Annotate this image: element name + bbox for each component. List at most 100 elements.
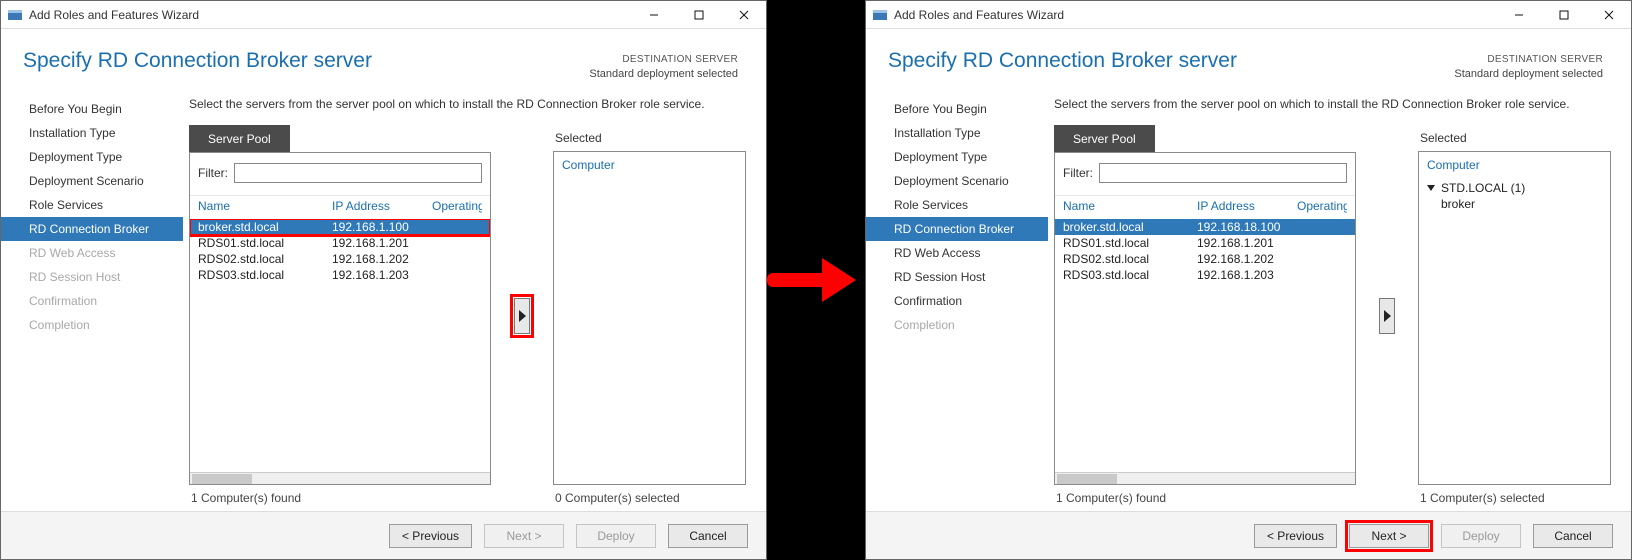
instruction-text: Select the servers from the server pool …: [1054, 97, 1611, 111]
chevron-right-icon: [519, 310, 526, 322]
destination-value: Standard deployment selected: [1454, 67, 1603, 82]
maximize-button[interactable]: [1541, 1, 1586, 28]
wizard-window-left: Add Roles and Features Wizard Specify RD…: [0, 0, 767, 560]
nav-rd-session-host[interactable]: RD Session Host: [866, 265, 1048, 289]
pool-row-broker[interactable]: broker.std.local 192.168.1.100: [190, 219, 490, 235]
pool-header[interactable]: Name IP Address Operating: [190, 195, 490, 219]
nav-confirmation: Confirmation: [1, 289, 183, 313]
col-name[interactable]: Name: [198, 199, 332, 213]
pool-cell-name: RDS01.std.local: [1063, 236, 1197, 250]
filter-input[interactable]: [1099, 163, 1347, 183]
selected-item-broker[interactable]: broker: [1427, 196, 1602, 212]
destination-header: DESTINATION SERVER: [589, 53, 738, 67]
pool-count: 1 Computer(s) found: [1054, 485, 1356, 507]
col-os[interactable]: Operating: [432, 199, 482, 213]
selected-body[interactable]: [554, 178, 745, 484]
selected-count: 1 Computer(s) selected: [1418, 485, 1611, 507]
selected-header: Computer: [554, 152, 745, 178]
nav-deployment-scenario[interactable]: Deployment Scenario: [866, 169, 1048, 193]
pool-row-rds01[interactable]: RDS01.std.local 192.168.1.201: [190, 235, 490, 251]
destination-value: Standard deployment selected: [589, 67, 738, 82]
nav-installation-type[interactable]: Installation Type: [1, 121, 183, 145]
pool-row-rds03[interactable]: RDS03.std.local 192.168.1.203: [190, 267, 490, 283]
pool-row-rds01[interactable]: RDS01.std.local 192.168.1.201: [1055, 235, 1355, 251]
previous-button[interactable]: < Previous: [389, 524, 472, 548]
nav-before-you-begin[interactable]: Before You Begin: [866, 97, 1048, 121]
pool-count: 1 Computer(s) found: [189, 485, 491, 507]
pool-cell-ip: 192.168.1.203: [1197, 268, 1297, 282]
selected-group-label: STD.LOCAL (1): [1441, 181, 1525, 195]
add-server-button[interactable]: [1379, 298, 1395, 334]
pool-header[interactable]: Name IP Address Operating: [1055, 195, 1355, 219]
close-button[interactable]: [721, 1, 766, 28]
destination-block: DESTINATION SERVER Standard deployment s…: [1454, 49, 1603, 81]
next-button[interactable]: Next >: [1349, 524, 1429, 548]
transition-arrow: [767, 0, 865, 560]
pool-cell-name: RDS02.std.local: [1063, 252, 1197, 266]
selected-count: 0 Computer(s) selected: [553, 485, 746, 507]
nav-completion: Completion: [866, 313, 1048, 337]
nav-confirmation[interactable]: Confirmation: [866, 289, 1048, 313]
nav-role-services[interactable]: Role Services: [866, 193, 1048, 217]
nav-before-you-begin[interactable]: Before You Begin: [1, 97, 183, 121]
tab-server-pool[interactable]: Server Pool: [189, 125, 290, 152]
nav-deployment-scenario[interactable]: Deployment Scenario: [1, 169, 183, 193]
pool-row-broker[interactable]: broker.std.local 192.168.18.100: [1055, 219, 1355, 235]
next-button: Next >: [484, 524, 564, 548]
previous-button[interactable]: < Previous: [1254, 524, 1337, 548]
pool-cell-ip: 192.168.1.202: [1197, 252, 1297, 266]
pool-list[interactable]: broker.std.local 192.168.18.100 RDS01.st…: [1055, 219, 1355, 472]
filter-input[interactable]: [234, 163, 482, 183]
page-title: Specify RD Connection Broker server: [888, 49, 1237, 73]
app-icon: [7, 7, 23, 23]
nav-rd-web-access[interactable]: RD Web Access: [866, 241, 1048, 265]
col-name[interactable]: Name: [1063, 199, 1197, 213]
cancel-button[interactable]: Cancel: [1533, 524, 1613, 548]
nav-deployment-type[interactable]: Deployment Type: [1, 145, 183, 169]
wizard-nav: Before You Begin Installation Type Deplo…: [1, 89, 183, 511]
minimize-button[interactable]: [631, 1, 676, 28]
pool-cell-ip: 192.168.1.203: [332, 268, 432, 282]
tab-server-pool[interactable]: Server Pool: [1054, 125, 1155, 152]
col-ip[interactable]: IP Address: [1197, 199, 1297, 213]
filter-label: Filter:: [198, 166, 228, 180]
pool-cell-name: RDS02.std.local: [198, 252, 332, 266]
selected-header: Computer: [1419, 152, 1610, 178]
arrow-right-icon: [767, 255, 865, 305]
server-pool-box: Filter: Name IP Address Operating broker: [189, 152, 491, 485]
selected-label: Selected: [1418, 125, 1611, 151]
nav-rd-session-host: RD Session Host: [1, 265, 183, 289]
maximize-button[interactable]: [676, 1, 721, 28]
nav-rd-connection-broker[interactable]: RD Connection Broker: [1, 217, 183, 241]
selected-body[interactable]: STD.LOCAL (1) broker: [1419, 178, 1610, 484]
filter-label: Filter:: [1063, 166, 1093, 180]
nav-deployment-type[interactable]: Deployment Type: [866, 145, 1048, 169]
titlebar[interactable]: Add Roles and Features Wizard: [1, 1, 766, 29]
selected-group[interactable]: STD.LOCAL (1): [1427, 180, 1602, 196]
pool-cell-ip: 192.168.1.201: [1197, 236, 1297, 250]
pool-row-rds03[interactable]: RDS03.std.local 192.168.1.203: [1055, 267, 1355, 283]
pool-row-rds02[interactable]: RDS02.std.local 192.168.1.202: [190, 251, 490, 267]
nav-installation-type[interactable]: Installation Type: [866, 121, 1048, 145]
pool-scrollbar[interactable]: [190, 472, 490, 484]
selected-box: Computer: [553, 151, 746, 485]
destination-header: DESTINATION SERVER: [1454, 53, 1603, 67]
pool-scrollbar[interactable]: [1055, 472, 1355, 484]
nav-rd-connection-broker[interactable]: RD Connection Broker: [866, 217, 1048, 241]
footer: < Previous Next > Deploy Cancel: [1, 511, 766, 559]
close-button[interactable]: [1586, 1, 1631, 28]
pool-cell-ip: 192.168.1.201: [332, 236, 432, 250]
nav-role-services[interactable]: Role Services: [1, 193, 183, 217]
wizard-window-right: Add Roles and Features Wizard Specify RD…: [865, 0, 1632, 560]
pool-row-rds02[interactable]: RDS02.std.local 192.168.1.202: [1055, 251, 1355, 267]
col-os[interactable]: Operating: [1297, 199, 1347, 213]
titlebar[interactable]: Add Roles and Features Wizard: [866, 1, 1631, 29]
chevron-right-icon: [1384, 310, 1391, 322]
cancel-button[interactable]: Cancel: [668, 524, 748, 548]
col-ip[interactable]: IP Address: [332, 199, 432, 213]
add-server-button[interactable]: [514, 298, 530, 334]
minimize-button[interactable]: [1496, 1, 1541, 28]
pool-list[interactable]: broker.std.local 192.168.1.100 RDS01.std…: [190, 219, 490, 472]
server-pool-box: Filter: Name IP Address Operating broker: [1054, 152, 1356, 485]
destination-block: DESTINATION SERVER Standard deployment s…: [589, 49, 738, 81]
